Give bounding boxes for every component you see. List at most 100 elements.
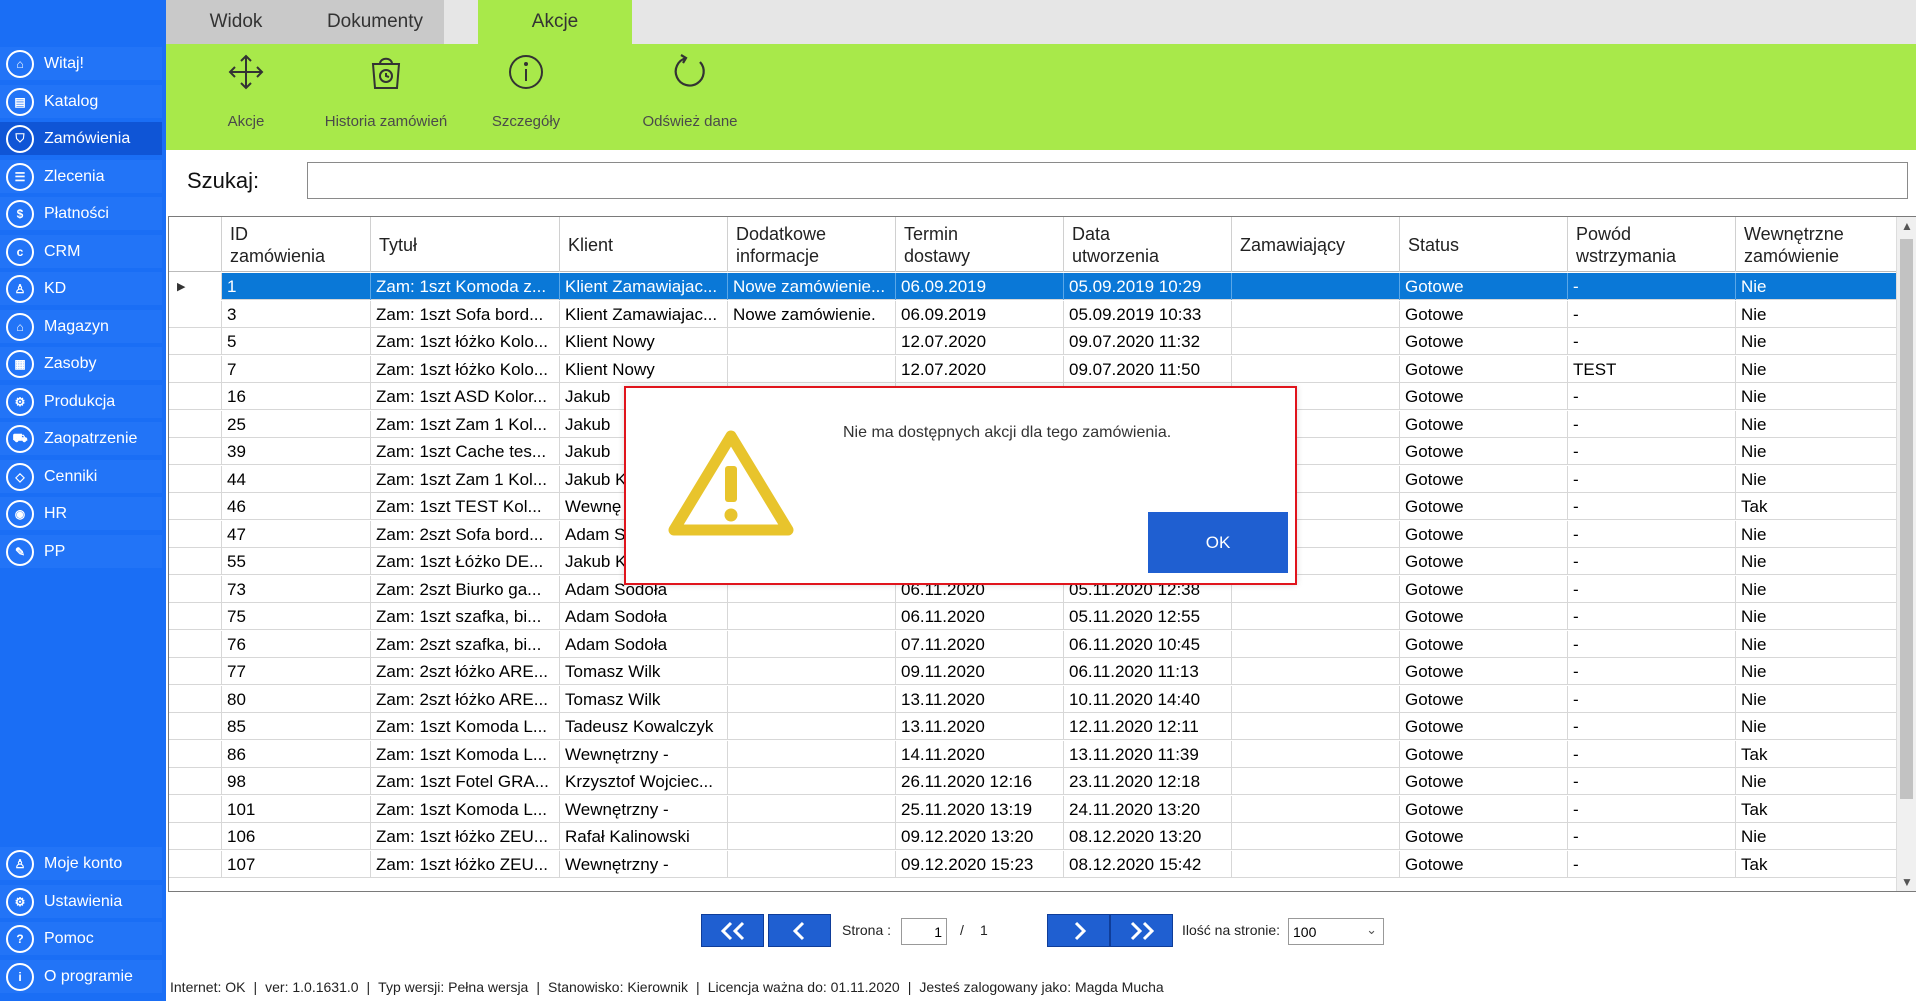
table-row[interactable]: 75 Zam: 1szt szafka, bi... Adam Sodoła 06.1… — [169, 603, 1897, 630]
sidebar-item-zaopatrzenie[interactable]: ⛟ Zaopatrzenie — [0, 422, 162, 457]
table-row[interactable]: 85 Zam: 1szt Komoda L... Tadeusz Kowalczyk… — [169, 713, 1897, 740]
cell-status: Gotowe — [1400, 328, 1568, 355]
table-row[interactable]: 101 Zam: 1szt Komoda L... Wewnętrzny - 25.1… — [169, 795, 1897, 823]
cell-wewnetrzne: Tak — [1736, 850, 1897, 878]
akcje-button[interactable]: Akcje — [206, 44, 286, 150]
row-header[interactable] — [169, 850, 222, 878]
row-header[interactable] — [169, 685, 222, 713]
row-header[interactable] — [169, 548, 222, 575]
sidebar-item-kd[interactable]: ♙ KD — [0, 272, 162, 307]
historia-zamowien-button[interactable]: Historia zamówień — [325, 44, 447, 150]
table-row[interactable]: 106 Zam: 1szt łóżko ZEU... Rafał Kalinowsk… — [169, 823, 1897, 850]
table-row[interactable]: 7 Zam: 1szt łóżko Kolo... Klient Nowy 12.07… — [169, 355, 1897, 383]
table-row[interactable]: 86 Zam: 1szt Komoda L... Wewnętrzny - 14.11… — [169, 740, 1897, 768]
cell-status: Gotowe — [1400, 575, 1568, 603]
row-header[interactable] — [169, 465, 222, 493]
odswiez-dane-label: Odśwież dane — [642, 113, 738, 130]
table-row[interactable]: 76 Zam: 2szt szafka, bi... Adam Sodoła 07.1… — [169, 630, 1897, 658]
sidebar-item-magazyn[interactable]: ⌂ Magazyn — [0, 310, 162, 345]
column-header-status[interactable]: Status — [1400, 217, 1568, 272]
row-header[interactable]: ▶ — [169, 273, 222, 300]
cell-zamawiajacy — [1232, 630, 1400, 658]
per-page-select[interactable]: 100 ⌄ — [1288, 918, 1384, 945]
ok-button[interactable]: OK — [1148, 512, 1288, 573]
table-row[interactable]: 3 Zam: 1szt Sofa bord... Klient Zamawiajac… — [169, 300, 1897, 328]
row-header[interactable] — [169, 575, 222, 603]
sidebar-item-moje-konto[interactable]: ♙ Moje konto — [0, 847, 162, 882]
sidebar-item-crm[interactable]: c CRM — [0, 235, 162, 270]
row-header[interactable] — [169, 823, 222, 850]
table-row[interactable]: 107 Zam: 1szt łóżko ZEU... Wewnętrzny - 09.… — [169, 850, 1897, 878]
scroll-thumb[interactable] — [1900, 239, 1913, 799]
sidebar-item-zamówienia[interactable]: ⛉ Zamówienia — [0, 122, 162, 157]
sidebar-item-hr[interactable]: ◉ HR — [0, 497, 162, 532]
sidebar-item-witaj-[interactable]: ⌂ Witaj! — [0, 47, 162, 82]
cell-powod: - — [1568, 603, 1736, 630]
page-number-input[interactable] — [901, 918, 947, 945]
row-header[interactable] — [169, 768, 222, 795]
row-header[interactable] — [169, 740, 222, 768]
search-input[interactable] — [307, 162, 1908, 199]
row-header[interactable] — [169, 493, 222, 520]
row-header[interactable] — [169, 355, 222, 383]
sidebar-item-płatności[interactable]: $ Płatności — [0, 197, 162, 232]
column-header-tytul[interactable]: Tytuł — [371, 217, 560, 272]
column-header-powod[interactable]: Powód wstrzymania — [1568, 217, 1736, 272]
column-header-termin[interactable]: Termin dostawy — [896, 217, 1064, 272]
column-header-wewnetrzne[interactable]: Wewnętrzne zamówienie — [1736, 217, 1897, 272]
prev-page-button[interactable] — [768, 914, 831, 947]
row-header[interactable] — [169, 603, 222, 630]
table-row[interactable]: 80 Zam: 2szt łóżko ARE... Tomasz Wilk 13.11… — [169, 685, 1897, 713]
message-dialog: Nie ma dostępnych akcji dla tego zamówie… — [624, 386, 1297, 585]
sidebar-item-zlecenia[interactable]: ☰ Zlecenia — [0, 160, 162, 195]
table-row[interactable]: ▶ 1 Zam: 1szt Komoda z... Klient Zamawiajac… — [169, 273, 1897, 300]
sidebar-item-label: HR — [44, 504, 68, 522]
cell-dodatkowe — [728, 823, 896, 850]
table-row[interactable]: 5 Zam: 1szt łóżko Kolo... Klient Nowy 12.07… — [169, 328, 1897, 355]
sidebar-item-pomoc[interactable]: ? Pomoc — [0, 922, 162, 957]
row-header[interactable] — [169, 328, 222, 355]
table-row[interactable]: 98 Zam: 1szt Fotel GRA... Krzysztof Wojcie… — [169, 768, 1897, 795]
cell-powod: - — [1568, 328, 1736, 355]
sidebar-item-cenniki[interactable]: ◇ Cenniki — [0, 460, 162, 495]
table-row[interactable]: 77 Zam: 2szt łóżko ARE... Tomasz Wilk 09.11… — [169, 658, 1897, 685]
sidebar-item-zasoby[interactable]: ▦ Zasoby — [0, 347, 162, 382]
last-page-button[interactable] — [1110, 914, 1173, 947]
cell-status: Gotowe — [1400, 300, 1568, 328]
row-header[interactable] — [169, 520, 222, 548]
odswiez-dane-button[interactable]: Odśwież dane — [630, 44, 750, 150]
row-header[interactable] — [169, 713, 222, 740]
vertical-scrollbar[interactable]: ▲ ▼ — [1896, 217, 1916, 891]
sidebar-item-ustawienia[interactable]: ⚙ Ustawienia — [0, 885, 162, 920]
first-page-button[interactable] — [701, 914, 764, 947]
column-header-id[interactable]: ID zamówienia — [222, 217, 371, 272]
next-page-button[interactable] — [1047, 914, 1110, 947]
sidebar-item-katalog[interactable]: ▤ Katalog — [0, 85, 162, 120]
resources-icon: ▦ — [6, 349, 34, 378]
column-header-zamawiajacy[interactable]: Zamawiający — [1232, 217, 1400, 272]
row-header[interactable] — [169, 300, 222, 328]
cell-klient: Rafał Kalinowski — [560, 823, 728, 850]
row-header[interactable] — [169, 795, 222, 823]
column-header-dodatkowe[interactable]: Dodatkowe informacje — [728, 217, 896, 272]
search-label: Szukaj: — [187, 168, 260, 193]
sidebar-item-produkcja[interactable]: ⚙ Produkcja — [0, 385, 162, 420]
sidebar-item-o-programie[interactable]: i O programie — [0, 960, 162, 995]
column-header-data[interactable]: Data utworzenia — [1064, 217, 1232, 272]
row-header[interactable] — [169, 630, 222, 658]
cell-dodatkowe — [728, 768, 896, 795]
tab-akcje[interactable]: Akcje — [478, 0, 632, 44]
row-header[interactable] — [169, 658, 222, 685]
sidebar-item-pp[interactable]: ✎ PP — [0, 535, 162, 570]
tab-dokumenty[interactable]: Dokumenty — [306, 0, 444, 44]
szczegoly-button[interactable]: Szczegóły — [486, 44, 566, 150]
tab-widok[interactable]: Widok — [166, 0, 306, 44]
cell-powod: - — [1568, 850, 1736, 878]
row-header[interactable] — [169, 438, 222, 465]
scroll-up-icon[interactable]: ▲ — [1901, 219, 1913, 233]
row-header[interactable] — [169, 410, 222, 438]
column-header-klient[interactable]: Klient — [560, 217, 728, 272]
row-header[interactable] — [169, 383, 222, 410]
scroll-down-icon[interactable]: ▼ — [1901, 875, 1913, 889]
cell-tytul: Zam: 1szt Fotel GRA... — [371, 768, 560, 795]
